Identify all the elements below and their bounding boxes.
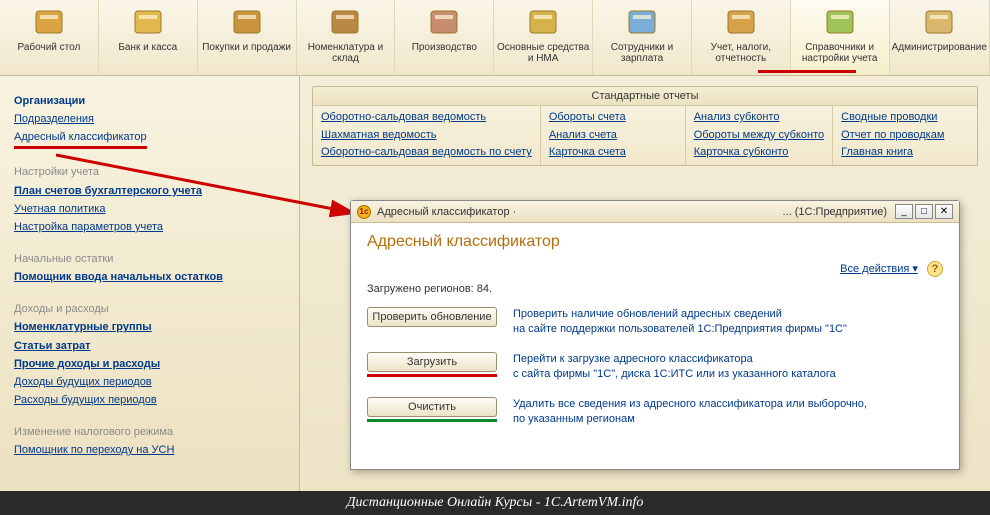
sidebar-link-initial-helper[interactable]: Помощник ввода начальных остатков xyxy=(14,271,223,283)
toolbar-icon xyxy=(624,4,660,40)
toolbar-icon xyxy=(921,4,957,40)
toolbar-label: Учет, налоги, отчетность xyxy=(694,42,788,64)
dialog-titlebar[interactable]: 1c Адресный классификатор · ... (1С:Пред… xyxy=(351,201,959,223)
report-link[interactable]: Анализ субконто xyxy=(694,109,824,127)
sidebar-header-income: Доходы и расходы xyxy=(14,300,285,318)
window-minimize-button[interactable]: _ xyxy=(895,204,913,219)
toolbar-label: Номенклатура и склад xyxy=(299,42,393,64)
toolbar-label: Администрирование xyxy=(892,42,987,53)
sidebar-link-future-expense[interactable]: Расходы будущих периодов xyxy=(14,394,157,406)
sidebar-link-nomenclature-groups[interactable]: Номенклатурные группы xyxy=(14,321,152,333)
toolbar-item-4[interactable]: Производство xyxy=(395,0,494,75)
footer-banner: Дистанционные Онлайн Курсы - 1C.ArtemVM.… xyxy=(0,491,990,515)
report-link[interactable]: Карточка субконто xyxy=(694,144,824,162)
clear-highlight xyxy=(367,419,497,422)
report-link[interactable]: Сводные проводки xyxy=(841,109,969,127)
toolbar-label: Банк и касса xyxy=(118,42,177,53)
sidebar-link-other-income[interactable]: Прочие доходы и расходы xyxy=(14,358,160,370)
sidebar-link-subdivisions[interactable]: Подразделения xyxy=(14,113,94,125)
report-link[interactable]: Шахматная ведомость xyxy=(321,127,532,145)
toolbar-item-0[interactable]: Рабочий стол xyxy=(0,0,99,75)
toolbar-icon xyxy=(723,4,759,40)
sidebar-header-tax: Изменение налогового режима xyxy=(14,423,285,441)
toolbar-icon xyxy=(822,4,858,40)
toolbar-label: Производство xyxy=(412,42,477,53)
sidebar-link-usn-helper[interactable]: Помощник по переходу на УСН xyxy=(14,444,174,456)
toolbar-item-2[interactable]: Покупки и продажи xyxy=(198,0,297,75)
toolbar-icon xyxy=(229,4,265,40)
check-update-button[interactable]: Проверить обновление xyxy=(367,307,497,327)
report-link[interactable]: Обороты между субконто xyxy=(694,127,824,145)
regions-status: Загружено регионов: 84. xyxy=(367,283,943,295)
window-close-button[interactable]: ✕ xyxy=(935,204,953,219)
toolbar-label: Рабочий стол xyxy=(18,42,81,53)
sidebar-header-org[interactable]: Организации xyxy=(14,92,285,110)
sidebar-header-settings: Настройки учета xyxy=(14,163,285,181)
toolbar-item-5[interactable]: Основные средства и НМА xyxy=(494,0,593,75)
sidebar-link-accounting-policy[interactable]: Учетная политика xyxy=(14,203,105,215)
report-link[interactable]: Оборотно-сальдовая ведомость по счету xyxy=(321,144,532,162)
main-toolbar: Рабочий стол Банк и касса Покупки и продаж… xyxy=(0,0,990,76)
dialog-title-right: ... (1С:Предприятие) xyxy=(783,206,887,218)
toolbar-label: Справочники и настройки учета xyxy=(793,42,887,64)
report-link[interactable]: Оборотно-сальдовая ведомость xyxy=(321,109,532,127)
address-classifier-dialog: 1c Адресный классификатор · ... (1С:Пред… xyxy=(350,200,960,470)
sidebar-header-initial: Начальные остатки xyxy=(14,250,285,268)
toolbar-item-3[interactable]: Номенклатура и склад xyxy=(297,0,396,75)
dialog-heading: Адресный классификатор xyxy=(367,233,943,251)
load-description: Перейти к загрузке адресного классификат… xyxy=(513,352,943,383)
toolbar-item-7[interactable]: Учет, налоги, отчетность xyxy=(692,0,791,75)
reports-column: Сводные проводкиОтчет по проводкамГлавна… xyxy=(833,106,977,165)
sidebar-link-future-income[interactable]: Доходы будущих периодов xyxy=(14,376,152,388)
sidebar-link-accounts-plan[interactable]: План счетов бухгалтерского учета xyxy=(14,185,202,197)
load-button[interactable]: Загрузить xyxy=(367,352,497,372)
report-link[interactable]: Обороты счета xyxy=(549,109,677,127)
toolbar-icon xyxy=(31,4,67,40)
toolbar-label: Покупки и продажи xyxy=(202,42,291,53)
help-icon[interactable]: ? xyxy=(927,261,943,277)
report-link[interactable]: Отчет по проводкам xyxy=(841,127,969,145)
app-logo-icon: 1c xyxy=(357,205,371,219)
reports-column: Обороты счетаАнализ счетаКарточка счета xyxy=(541,106,686,165)
toolbar-item-9[interactable]: Администрирование xyxy=(890,0,990,75)
toolbar-highlight xyxy=(758,70,856,73)
toolbar-icon xyxy=(525,4,561,40)
reports-title: Стандартные отчеты xyxy=(313,87,977,106)
toolbar-label: Сотрудники и зарплата xyxy=(595,42,689,64)
clear-button[interactable]: Очистить xyxy=(367,397,497,417)
report-link[interactable]: Анализ счета xyxy=(549,127,677,145)
report-link[interactable]: Главная книга xyxy=(841,144,969,162)
toolbar-label: Основные средства и НМА xyxy=(496,42,590,64)
dialog-title-left: Адресный классификатор · xyxy=(377,206,516,218)
standard-reports-panel: Стандартные отчеты Оборотно-сальдовая ве… xyxy=(312,86,978,166)
sidebar-link-params[interactable]: Настройка параметров учета xyxy=(14,221,163,233)
reports-column: Оборотно-сальдовая ведомостьШахматная ве… xyxy=(313,106,541,165)
window-maximize-button[interactable]: □ xyxy=(915,204,933,219)
toolbar-icon xyxy=(130,4,166,40)
toolbar-icon xyxy=(426,4,462,40)
all-actions-menu[interactable]: Все действия ▾ xyxy=(840,263,918,275)
clear-description: Удалить все сведения из адресного класси… xyxy=(513,397,943,428)
load-highlight xyxy=(367,374,497,377)
toolbar-item-1[interactable]: Банк и касса xyxy=(99,0,198,75)
check-update-description: Проверить наличие обновлений адресных св… xyxy=(513,307,943,338)
sidebar-link-cost-items[interactable]: Статьи затрат xyxy=(14,340,90,352)
sidebar: Организации Подразделения Адресный класс… xyxy=(0,76,300,491)
toolbar-item-8[interactable]: Справочники и настройки учета xyxy=(791,0,890,75)
toolbar-item-6[interactable]: Сотрудники и зарплата xyxy=(593,0,692,75)
report-link[interactable]: Карточка счета xyxy=(549,144,677,162)
toolbar-icon xyxy=(327,4,363,40)
reports-column: Анализ субконтоОбороты между субконтоКар… xyxy=(686,106,833,165)
sidebar-link-address-classifier[interactable]: Адресный классификатор xyxy=(14,128,147,149)
